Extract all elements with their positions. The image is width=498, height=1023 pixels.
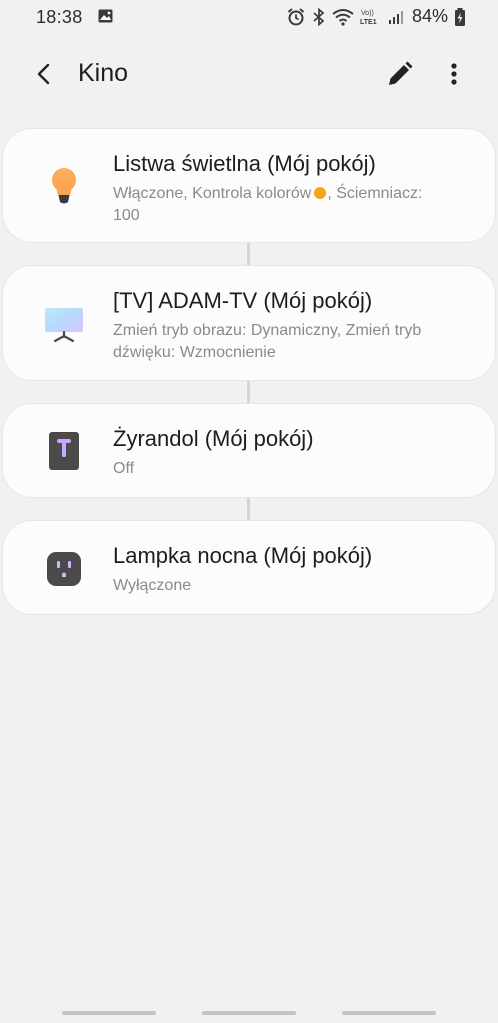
color-dot-indicator — [314, 187, 327, 199]
device-status-text: Zmień tryb obrazu: Dynamiczny, Zmień try… — [113, 322, 422, 339]
nav-home-handle[interactable] — [202, 1011, 296, 1015]
scene-screen: 18:38 Vo)) LTE1 84% Kino Listwa świetlna… — [0, 0, 498, 1023]
svg-text:Vo)): Vo)) — [361, 10, 374, 17]
device-status-text: 100 — [113, 207, 140, 224]
device-status: Wyłączone — [113, 575, 465, 597]
device-card-night-lamp[interactable]: Lampka nocna (Mój pokój) Wyłączone — [2, 520, 496, 615]
device-status-text: dźwięku: Wzmocnienie — [113, 344, 276, 361]
wifi-icon — [332, 8, 354, 26]
device-status: Off — [113, 458, 465, 480]
device-title: Żyrandol (Mój pokój) — [113, 426, 314, 451]
device-status-text: Off — [113, 460, 135, 477]
signal-icon — [388, 10, 403, 24]
device-card-light-strip[interactable]: Listwa świetlna (Mój pokój) Włączone, Ko… — [2, 128, 496, 243]
tv-icon — [45, 308, 83, 343]
status-bar: 18:38 Vo)) LTE1 84% — [0, 0, 498, 34]
nav-back-handle[interactable] — [342, 1011, 436, 1015]
back-button[interactable] — [28, 58, 60, 90]
card-connector — [247, 243, 250, 265]
lightbulb-icon — [52, 168, 76, 204]
device-card-chandelier[interactable]: Żyrandol (Mój pokój) Off — [2, 403, 496, 498]
device-title: Listwa świetlna (Mój pokój) — [113, 151, 376, 176]
battery-percentage: 84% — [411, 6, 448, 26]
device-title: [TV] ADAM-TV (Mój pokój) — [113, 288, 373, 313]
volte-lte-icon: Vo)) LTE1 — [360, 10, 377, 26]
card-connector — [247, 498, 250, 520]
gallery-notification-icon — [98, 9, 113, 23]
device-card-tv[interactable]: [TV] ADAM-TV (Mój pokój) Zmień tryb obra… — [2, 265, 496, 381]
more-options-icon[interactable] — [438, 58, 470, 90]
device-status-text: Wyłączone — [113, 577, 192, 594]
page-title: Kino — [78, 59, 129, 87]
navigation-bar — [0, 1003, 498, 1023]
smart-plug-icon — [47, 552, 81, 586]
device-status: Włączone, Kontrola kolorów, Ściemniacz: … — [113, 183, 465, 227]
wall-switch-icon — [49, 432, 79, 470]
svg-text:LTE1: LTE1 — [360, 19, 377, 26]
nav-recents-handle[interactable] — [62, 1011, 156, 1015]
battery-charging-icon — [455, 7, 465, 26]
alarm-icon — [287, 7, 305, 25]
app-header: Kino — [0, 48, 498, 100]
device-status-text: , Ściemniacz: — [327, 185, 423, 202]
device-title: Lampka nocna (Mój pokój) — [113, 543, 373, 568]
status-icons: Vo)) LTE1 84% — [286, 6, 466, 27]
status-time: 18:38 — [36, 7, 83, 27]
card-connector — [247, 381, 250, 403]
edit-pencil-icon[interactable] — [384, 58, 416, 90]
device-status: Zmień tryb obrazu: Dynamiczny, Zmień try… — [113, 320, 465, 364]
device-status-text: Włączone, Kontrola kolorów — [113, 185, 312, 202]
bluetooth-icon — [313, 7, 325, 26]
